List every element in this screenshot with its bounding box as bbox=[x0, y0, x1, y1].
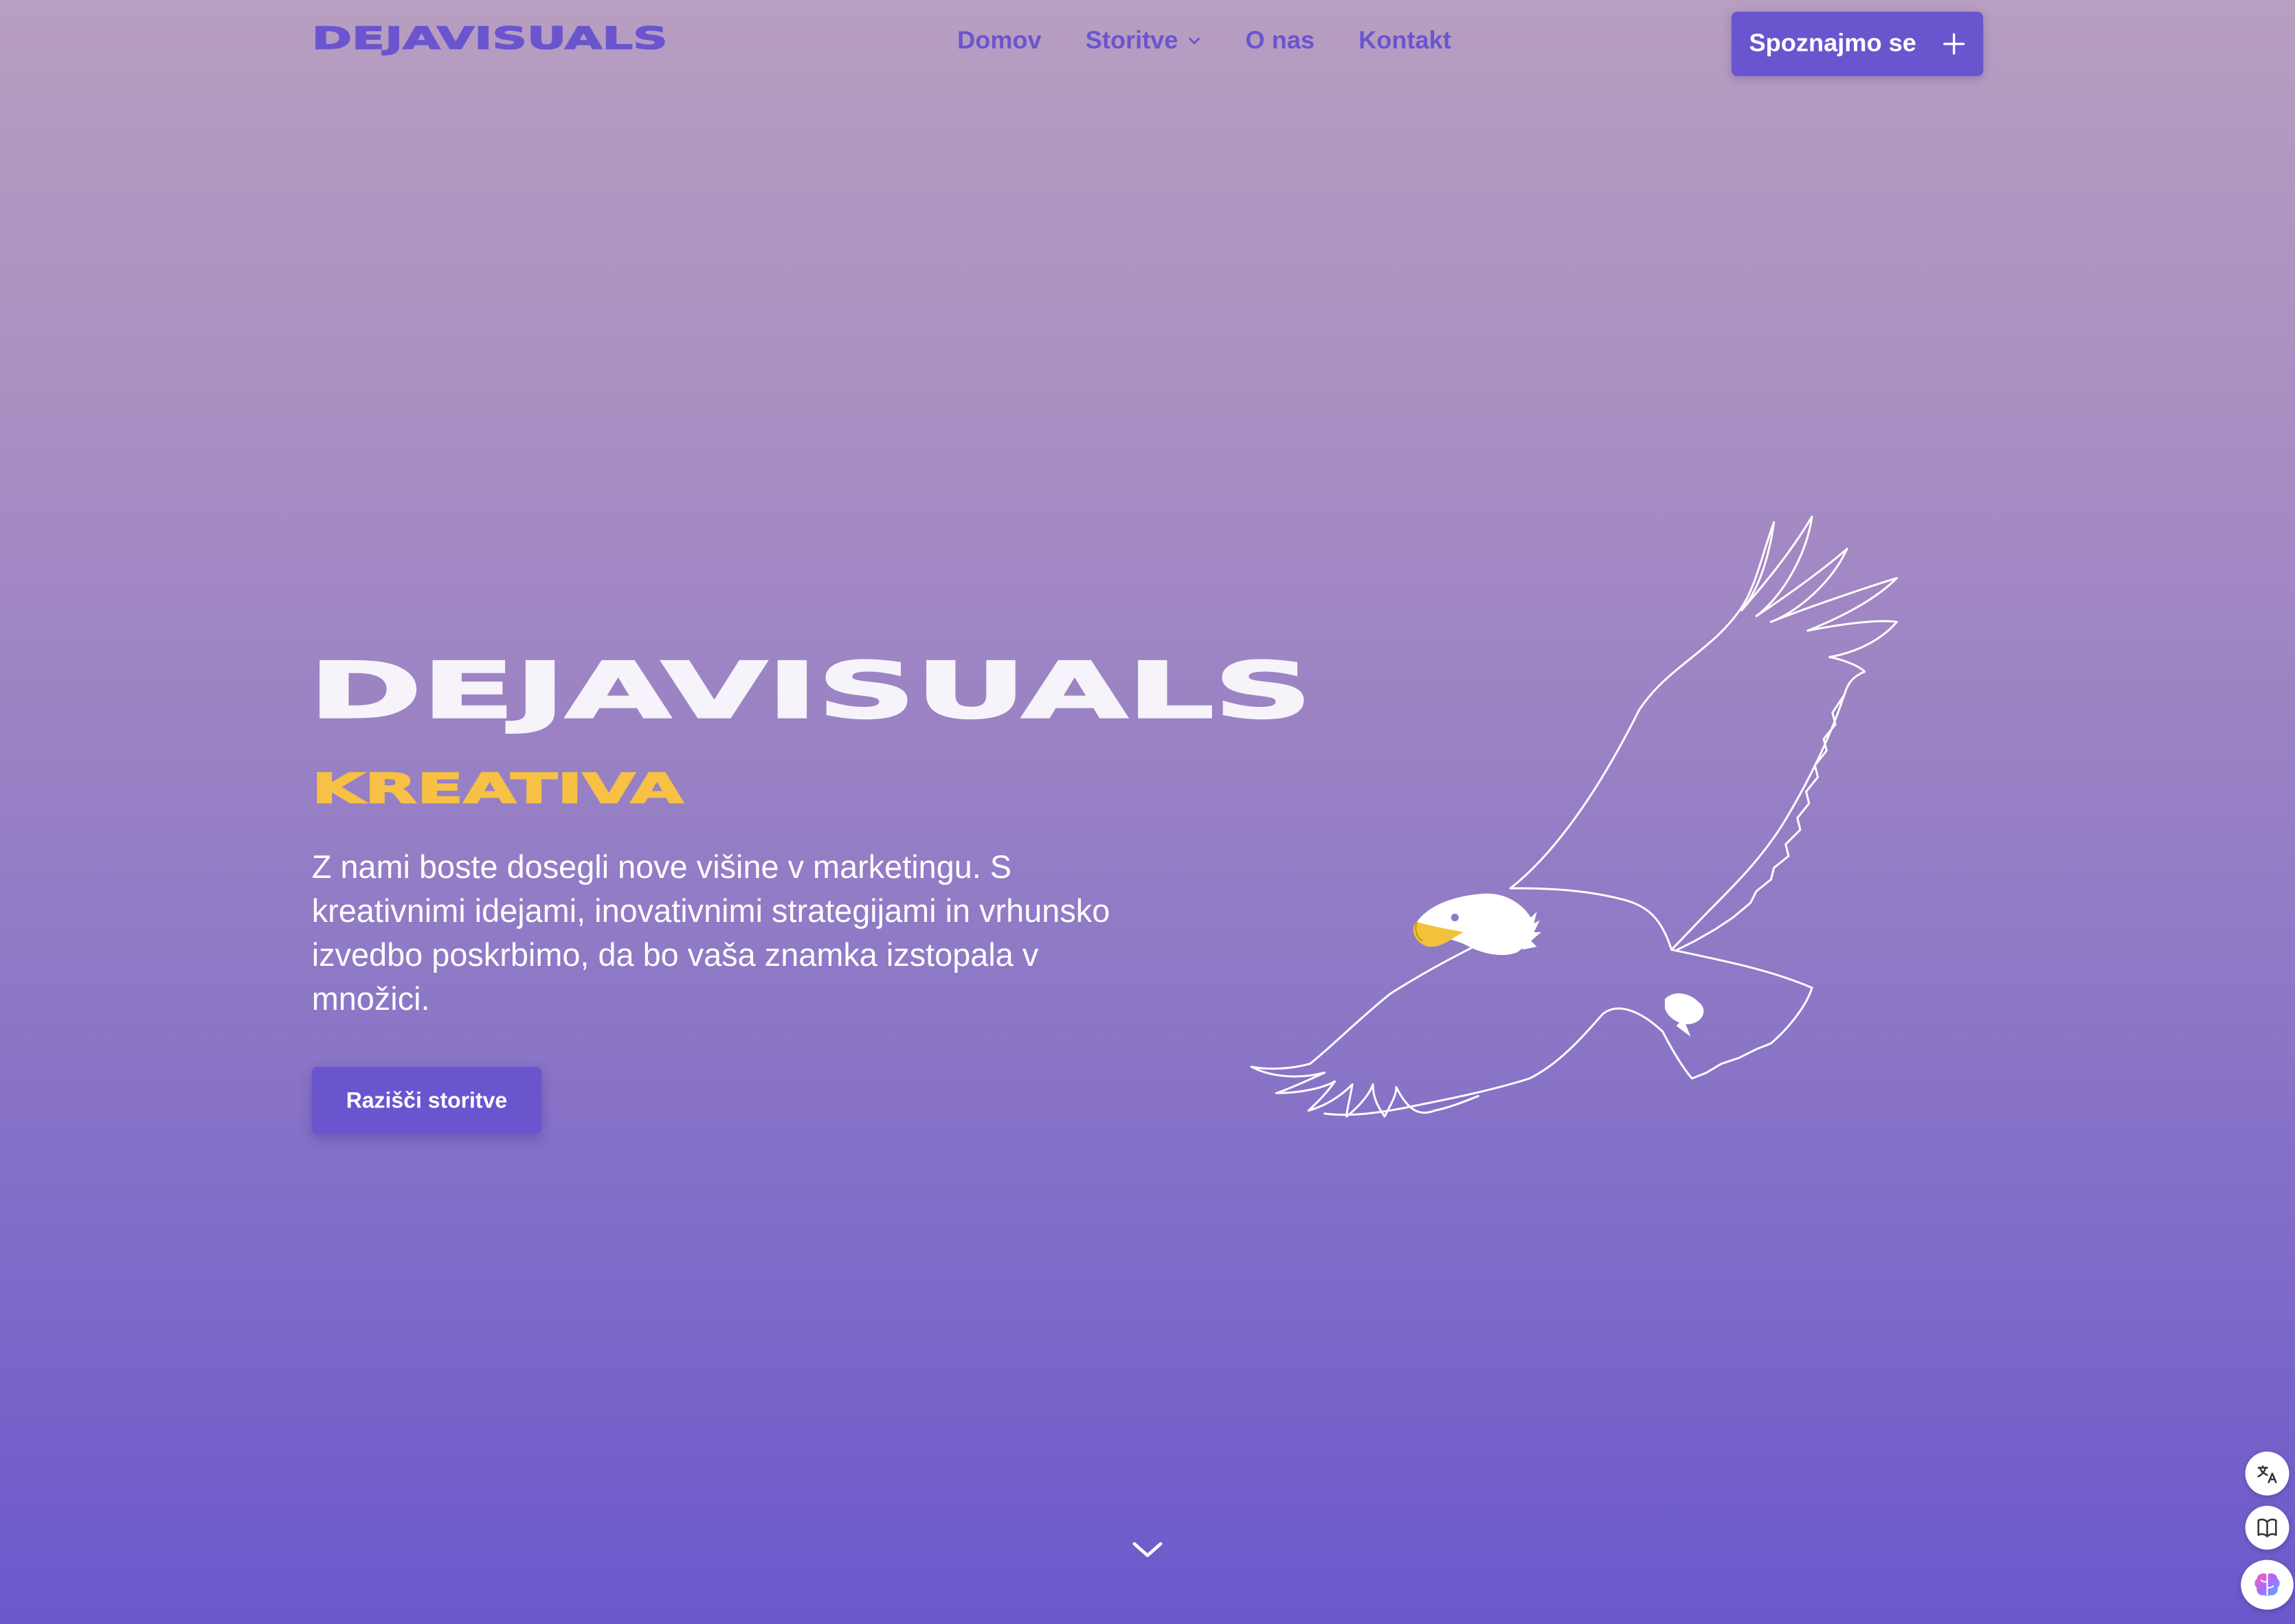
book-icon bbox=[2257, 1518, 2277, 1537]
nav-item-label: Kontakt bbox=[1358, 26, 1451, 54]
nav-item-label: O nas bbox=[1245, 26, 1315, 54]
ai-assistant-button[interactable] bbox=[2241, 1559, 2294, 1610]
nav-item-domov[interactable]: Domov bbox=[957, 26, 1042, 56]
explore-services-button[interactable]: Razišči storitve bbox=[311, 1066, 542, 1134]
translate-icon bbox=[2257, 1465, 2277, 1484]
plus-icon bbox=[1943, 33, 1965, 55]
logo[interactable]: DEJAVISUALS bbox=[311, 20, 669, 56]
hero-title: DEJAVISUALS bbox=[307, 645, 1314, 736]
nav-item-label: Domov bbox=[957, 26, 1042, 54]
nav-item-label: Storitve bbox=[1085, 26, 1178, 54]
page: DEJAVISUALS Domov Storitve O nas Kontakt… bbox=[0, 0, 2295, 1624]
nav-item-o-nas[interactable]: O nas bbox=[1246, 26, 1315, 56]
hero-description: Z nami boste dosegli nove višine v marke… bbox=[311, 848, 1110, 1017]
nav-item-kontakt[interactable]: Kontakt bbox=[1358, 26, 1451, 56]
chevron-down-icon[interactable] bbox=[1130, 1537, 1165, 1563]
cta-label: Spoznajmo se bbox=[1749, 29, 1916, 58]
translate-button[interactable] bbox=[2245, 1452, 2290, 1496]
main-nav: Domov Storitve O nas Kontakt bbox=[957, 26, 1451, 56]
nav-item-storitve[interactable]: Storitve bbox=[1086, 26, 1202, 56]
reader-button[interactable] bbox=[2245, 1505, 2290, 1550]
chevron-down-icon bbox=[1189, 37, 1200, 45]
hero-subtitle: KREATIVA bbox=[311, 765, 684, 813]
eagle-illustration bbox=[1250, 515, 1899, 1118]
brain-icon bbox=[2254, 1573, 2280, 1598]
spoznajmo-se-button[interactable]: Spoznajmo se bbox=[1731, 12, 1984, 76]
